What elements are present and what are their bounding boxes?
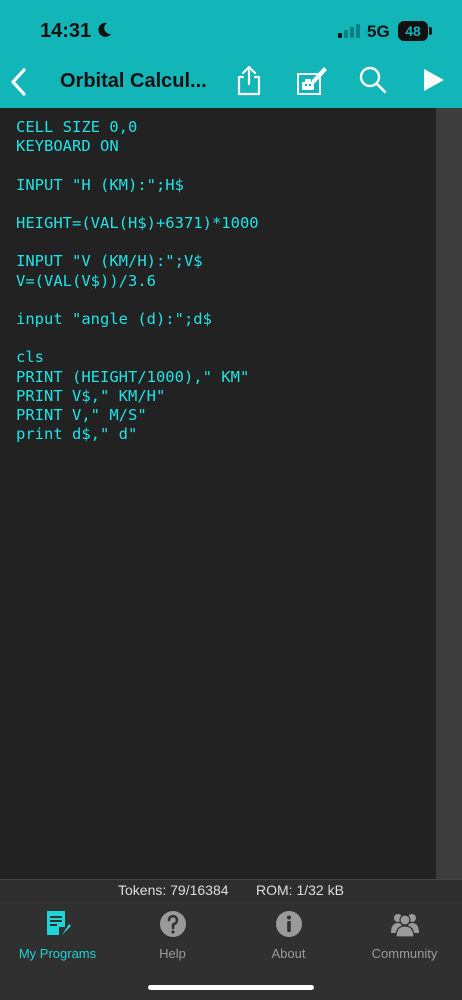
- tab-label: Help: [159, 946, 186, 961]
- code-line[interactable]: [16, 156, 259, 175]
- info-icon: [275, 911, 302, 937]
- code-line[interactable]: INPUT "V (KM/H):";V$: [16, 252, 259, 271]
- code-line[interactable]: CELL SIZE 0,0: [16, 118, 259, 137]
- status-time: 14:31: [40, 20, 92, 42]
- code-line[interactable]: INPUT "H (KM):";H$: [16, 176, 259, 195]
- code-line[interactable]: print d$," d": [16, 425, 259, 444]
- code-line[interactable]: [16, 233, 259, 252]
- search-icon[interactable]: [358, 64, 388, 96]
- code-line[interactable]: PRINT (HEIGHT/1000)," KM": [16, 368, 259, 387]
- tab-community[interactable]: Community: [347, 909, 462, 969]
- sprite-editor-icon[interactable]: [296, 64, 328, 96]
- battery-tip: [429, 27, 432, 35]
- help-icon: [159, 911, 186, 937]
- code-line[interactable]: KEYBOARD ON: [16, 137, 259, 156]
- code-text[interactable]: CELL SIZE 0,0 KEYBOARD ON INPUT "H (KM):"…: [16, 118, 259, 444]
- battery-indicator: 48: [398, 21, 428, 41]
- code-line[interactable]: [16, 329, 259, 348]
- tab-my-programs[interactable]: My Programs: [0, 909, 115, 969]
- back-chevron-icon[interactable]: [6, 66, 32, 98]
- program-info-bar: Tokens: 79/16384 ROM: 1/32 kB: [0, 879, 462, 901]
- code-line[interactable]: PRINT V," M/S": [16, 406, 259, 425]
- signal-icon: [338, 24, 360, 38]
- home-indicator: [148, 985, 314, 990]
- tab-label: My Programs: [18, 946, 97, 961]
- code-line[interactable]: PRINT V$," KM/H": [16, 387, 259, 406]
- app-header: 14:31 5G 48 Orbital Calcul...: [0, 0, 462, 108]
- rom-usage: ROM: 1/32 kB: [256, 882, 344, 898]
- tab-label: About: [271, 946, 306, 961]
- code-line[interactable]: V=(VAL(V$))/3.6: [16, 272, 259, 291]
- code-line[interactable]: [16, 195, 259, 214]
- tab-help[interactable]: Help: [115, 909, 230, 969]
- token-count: Tokens: 79/16384: [118, 882, 229, 898]
- code-line[interactable]: input "angle (d):";d$: [16, 310, 259, 329]
- program-title: Orbital Calcul...: [60, 70, 207, 92]
- community-icon: [390, 914, 419, 938]
- code-line[interactable]: cls: [16, 348, 259, 367]
- programs-icon: [46, 911, 71, 937]
- code-line[interactable]: HEIGHT=(VAL(H$)+6371)*1000: [16, 214, 259, 233]
- run-icon[interactable]: [420, 64, 450, 96]
- editor-scroll-rail[interactable]: [436, 108, 462, 879]
- tab-label: Community: [371, 946, 438, 961]
- tab-about[interactable]: About: [231, 909, 346, 969]
- code-line[interactable]: [16, 291, 259, 310]
- network-type: 5G: [367, 22, 390, 41]
- moon-icon: [98, 22, 111, 37]
- share-icon[interactable]: [234, 64, 264, 96]
